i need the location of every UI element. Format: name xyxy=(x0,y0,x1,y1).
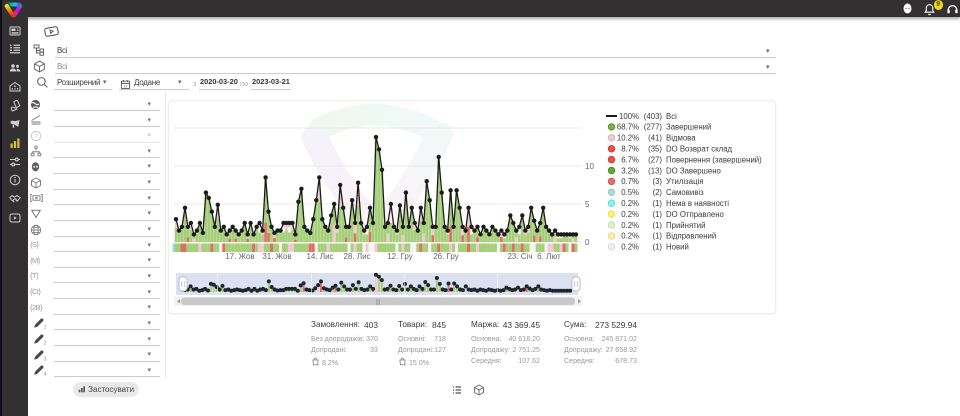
svg-text:x: x xyxy=(405,363,407,366)
svg-text:(27): (27) xyxy=(648,155,662,164)
svg-text:0.2%: 0.2% xyxy=(621,221,639,230)
svg-text:(35): (35) xyxy=(648,145,662,154)
svg-text:0: 0 xyxy=(585,238,590,247)
svg-text:Новий: Новий xyxy=(666,243,689,252)
svg-text:0.2%: 0.2% xyxy=(621,210,639,219)
svg-text:8.7%: 8.7% xyxy=(621,145,639,154)
svg-text:Відмова: Відмова xyxy=(666,134,696,143)
svg-text:14. Лис: 14. Лис xyxy=(306,252,333,261)
svg-text:1: 1 xyxy=(44,325,47,330)
svg-text:Утилізація: Утилізація xyxy=(666,177,704,186)
svg-text:Всі: Всі xyxy=(666,112,677,121)
svg-text:3: 3 xyxy=(44,356,47,361)
svg-text:6.7%: 6.7% xyxy=(621,155,639,164)
svg-text:(1): (1) xyxy=(652,199,662,208)
svg-text:0.5%: 0.5% xyxy=(621,188,639,197)
svg-text:12. Гру: 12. Гру xyxy=(387,252,413,261)
svg-text:26. Гру: 26. Гру xyxy=(433,252,459,261)
svg-text:Завершений: Завершений xyxy=(666,123,711,132)
svg-text:100%: 100% xyxy=(619,112,639,121)
svg-text:5: 5 xyxy=(585,200,590,209)
svg-text:x: x xyxy=(318,363,320,366)
svg-text:(2): (2) xyxy=(652,188,662,197)
svg-text:0.2%: 0.2% xyxy=(621,243,639,252)
svg-text:|||: ||| xyxy=(376,300,381,306)
svg-text:(277): (277) xyxy=(644,123,663,132)
svg-text:(1): (1) xyxy=(652,243,662,252)
svg-text:DO Возврат склад: DO Возврат склад xyxy=(666,145,733,154)
svg-text:(403): (403) xyxy=(644,112,663,121)
svg-text:0.7%: 0.7% xyxy=(621,177,639,186)
svg-text:17. Жов: 17. Жов xyxy=(225,252,254,261)
svg-text:10: 10 xyxy=(585,162,594,171)
svg-text:Повернення (завершений): Повернення (завершений) xyxy=(666,155,762,164)
svg-text:17: 17 xyxy=(123,84,127,88)
svg-text:?: ? xyxy=(34,133,38,140)
svg-text:(1): (1) xyxy=(652,221,662,230)
svg-text:4: 4 xyxy=(44,372,47,377)
svg-text:Самовивіз: Самовивіз xyxy=(666,188,704,197)
svg-text:DO Отправлено: DO Отправлено xyxy=(666,210,725,219)
svg-text:6. Лют: 6. Лют xyxy=(537,252,561,261)
svg-text:(3): (3) xyxy=(652,177,662,186)
svg-text:31. Жов: 31. Жов xyxy=(262,252,291,261)
svg-text:Нема в наявності: Нема в наявності xyxy=(666,199,729,208)
svg-text:(41): (41) xyxy=(648,134,662,143)
svg-text:2: 2 xyxy=(44,341,47,346)
svg-text:3.2%: 3.2% xyxy=(621,166,639,175)
svg-text:Прийнятий: Прийнятий xyxy=(666,221,705,230)
svg-text:68.7%: 68.7% xyxy=(617,123,639,132)
svg-text:10.2%: 10.2% xyxy=(617,134,639,143)
svg-text:(13): (13) xyxy=(648,166,662,175)
svg-text:0.2%: 0.2% xyxy=(621,199,639,208)
svg-text:(1): (1) xyxy=(652,210,662,219)
svg-text:Відправлений: Відправлений xyxy=(666,232,716,241)
svg-text:28. Лис: 28. Лис xyxy=(343,252,370,261)
svg-text:23. Січ: 23. Січ xyxy=(507,252,532,261)
svg-text:DO Завершено: DO Завершено xyxy=(666,166,722,175)
svg-text:0.2%: 0.2% xyxy=(621,232,639,241)
svg-text:(1): (1) xyxy=(652,232,662,241)
